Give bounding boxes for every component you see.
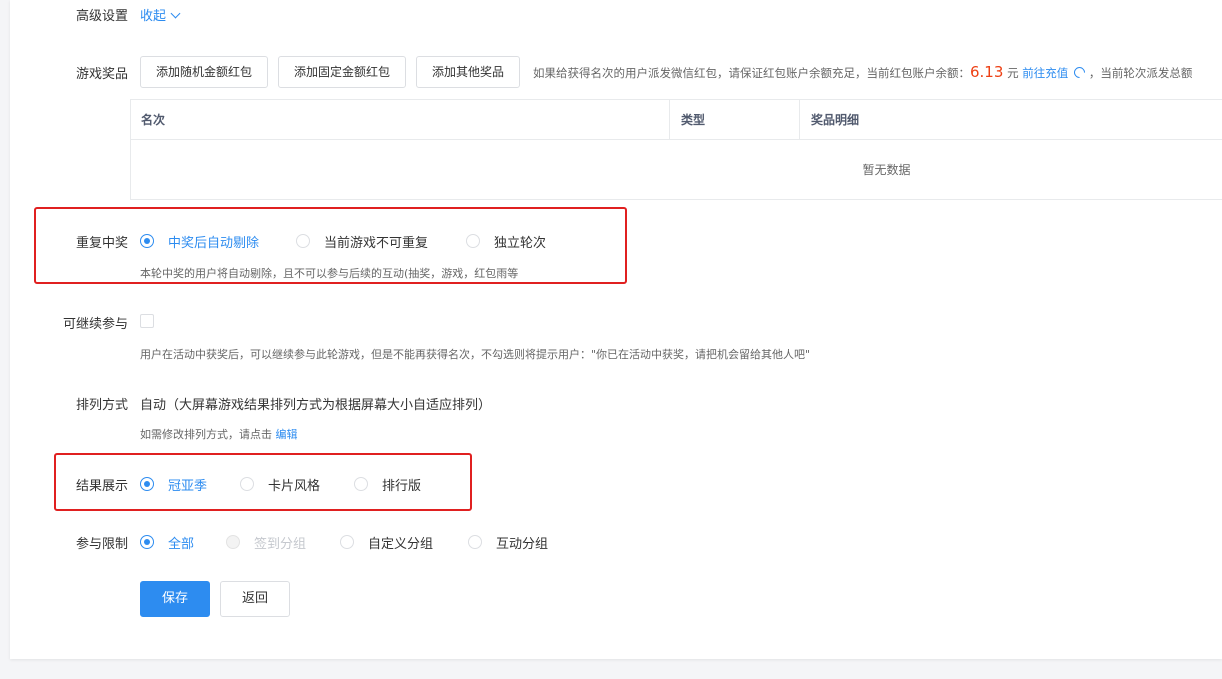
balance-note: 如果给获得名次的用户派发微信红包，请保证红包账户余额充足，当前红包账户余额：6.… — [533, 63, 1192, 81]
collapse-label: 收起 — [140, 9, 167, 24]
radio-auto-remove[interactable] — [140, 234, 154, 248]
continue-checkbox[interactable] — [140, 314, 154, 328]
add-random-redpacket-button[interactable]: 添加随机金额红包 — [140, 56, 268, 88]
option-interactive-group[interactable]: 互动分组 — [496, 533, 548, 552]
repeat-win-note: 本轮中奖的用户将自动剔除，且不可以参与后续的互动(抽奖，游戏，红包雨等 — [140, 267, 519, 280]
radio-leaderboard[interactable] — [354, 477, 368, 491]
add-fixed-redpacket-button[interactable]: 添加固定金额红包 — [278, 56, 406, 88]
radio-no-repeat[interactable] — [296, 234, 310, 248]
column-prize-detail: 奖品明细 — [811, 113, 860, 127]
refresh-icon[interactable] — [1071, 64, 1088, 81]
prize-table: 名次 类型 奖品明细 暂无数据 — [130, 99, 1222, 200]
radio-champion[interactable] — [140, 477, 154, 491]
radio-independent-round[interactable] — [466, 234, 480, 248]
add-other-prize-button[interactable]: 添加其他奖品 — [416, 56, 520, 88]
option-checkin-group: 签到分组 — [254, 537, 307, 552]
arrange-label: 排列方式 — [75, 398, 128, 413]
option-leaderboard[interactable]: 排行版 — [382, 475, 421, 494]
column-divider — [799, 100, 800, 140]
prize-table-header: 名次 类型 奖品明细 — [131, 100, 1222, 140]
balance-unit: 元 — [1007, 66, 1019, 80]
arrange-note: 如需修改排列方式，请点击 编辑 — [140, 426, 298, 442]
column-type: 类型 — [681, 113, 706, 127]
option-champion[interactable]: 冠亚季 — [168, 475, 207, 494]
radio-interactive-group[interactable] — [468, 535, 482, 549]
option-no-repeat[interactable]: 当前游戏不可重复 — [324, 232, 428, 251]
continue-note: 用户在活动中获奖后，可以继续参与此轮游戏，但是不能再获得名次，不勾选则将提示用户… — [140, 348, 811, 361]
option-all[interactable]: 全部 — [168, 533, 194, 552]
option-card-style[interactable]: 卡片风格 — [268, 475, 320, 494]
participation-limit-label: 参与限制 — [75, 537, 128, 552]
option-auto-remove[interactable]: 中奖后自动剔除 — [168, 232, 259, 251]
option-custom-group[interactable]: 自定义分组 — [368, 533, 433, 552]
collapse-toggle[interactable]: 收起 — [140, 5, 181, 24]
table-empty-text: 暂无数据 — [862, 163, 911, 177]
radio-card-style[interactable] — [240, 477, 254, 491]
radio-all[interactable] — [140, 535, 154, 549]
radio-checkin-group — [226, 535, 240, 549]
column-rank: 名次 — [141, 113, 166, 127]
column-divider — [669, 100, 670, 140]
balance-amount: 6.13 — [970, 63, 1004, 81]
arrange-value: 自动（大屏幕游戏结果排列方式为根据屏幕大小自适应排列） — [140, 398, 492, 413]
advanced-settings-label: 高级设置 — [75, 9, 128, 24]
back-button[interactable]: 返回 — [220, 581, 290, 617]
arrange-note-text: 如需修改排列方式，请点击 — [140, 428, 272, 441]
edit-link[interactable]: 编辑 — [276, 428, 298, 441]
repeat-win-label: 重复中奖 — [75, 236, 128, 251]
balance-note-text: 如果给获得名次的用户派发微信红包，请保证红包账户余额充足，当前红包账户余额： — [533, 66, 970, 80]
result-display-label: 结果展示 — [75, 479, 128, 494]
recharge-link[interactable]: 前往充值 — [1022, 66, 1068, 80]
chevron-down-icon — [170, 8, 181, 19]
save-button[interactable]: 保存 — [140, 581, 210, 617]
prizes-label: 游戏奖品 — [75, 67, 128, 82]
balance-note-after: ，当前轮次派发总额 — [1088, 66, 1193, 80]
radio-custom-group[interactable] — [340, 535, 354, 549]
option-independent-round[interactable]: 独立轮次 — [494, 232, 546, 251]
continue-label: 可继续参与 — [62, 317, 128, 332]
